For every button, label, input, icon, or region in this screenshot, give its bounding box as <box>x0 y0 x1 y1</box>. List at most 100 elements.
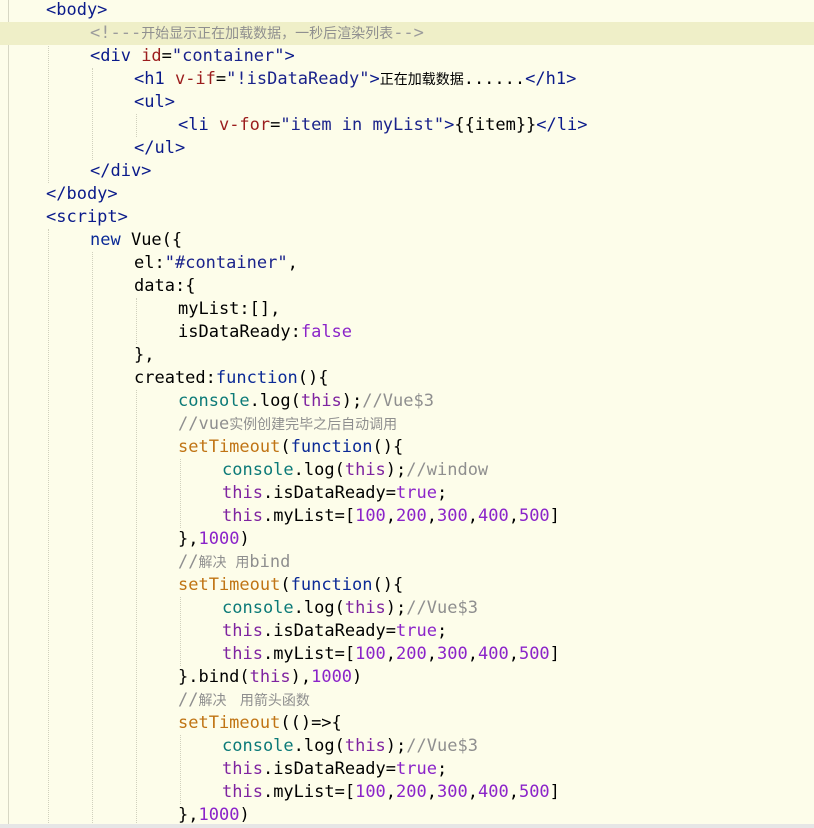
code-token: }, <box>178 529 199 549</box>
code-token: <body> <box>46 0 108 20</box>
code-token: "item in myList" <box>280 115 445 135</box>
code-line[interactable]: <body> <box>0 0 814 22</box>
code-line[interactable]: setTimeout(()=>{ <box>0 712 814 735</box>
code-line[interactable]: <ul> <box>0 91 814 114</box>
code-line-text: console.log(this);//Vue$3 <box>178 390 434 413</box>
code-token: 300 <box>437 644 468 664</box>
code-line[interactable]: </ul> <box>0 137 814 160</box>
code-token: 100 <box>355 644 386 664</box>
code-token: false <box>300 322 353 342</box>
code-token: bind <box>249 552 291 572</box>
code-token: 500 <box>518 782 550 802</box>
code-line[interactable]: </div> <box>0 160 814 183</box>
code-line[interactable]: setTimeout(function(){ <box>0 436 814 459</box>
code-token: ] <box>549 782 560 802</box>
code-token: console <box>222 598 294 618</box>
code-line[interactable]: }, <box>0 344 814 367</box>
code-token: = <box>161 46 172 66</box>
code-line[interactable]: </body> <box>0 183 814 206</box>
code-line[interactable]: this.isDataReady=true; <box>0 482 814 505</box>
code-token: id <box>141 46 162 66</box>
code-line[interactable]: <li v-for="item in myList">{{item}}</li> <box>0 114 814 137</box>
code-editor[interactable]: <body> <!---开始显示正在加载数据，一秒后渲染列表--> <div id=… <box>0 0 814 828</box>
code-line[interactable]: },1000) <box>0 528 814 551</box>
code-line[interactable]: //解决 用箭头函数 <box>0 689 814 712</box>
code-token: .isDataReady= <box>262 621 397 641</box>
code-line[interactable]: //vue实例创建完毕之后自动调用 <box>0 413 814 436</box>
code-line[interactable]: this.isDataReady=true; <box>0 620 814 643</box>
code-line[interactable]: this.isDataReady=true; <box>0 758 814 781</box>
code-line[interactable]: <script> <box>0 206 814 229</box>
code-line-text: data:{ <box>134 275 195 298</box>
code-token: setTimeout <box>178 437 281 457</box>
code-line[interactable]: this.myList=[100,200,300,400,500] <box>0 781 814 804</box>
code-token: .isDataReady= <box>262 759 397 779</box>
code-token: this <box>344 736 386 756</box>
code-token: function <box>215 368 298 388</box>
code-token: myList <box>178 299 240 319</box>
code-token: > <box>284 46 295 66</box>
code-line[interactable]: created:function(){ <box>0 367 814 390</box>
code-token: }, <box>134 345 155 365</box>
code-token: , <box>508 506 519 526</box>
code-line[interactable]: <!---开始显示正在加载数据，一秒后渲染列表--> <box>0 22 814 45</box>
code-line[interactable]: console.log(this);//Vue$3 <box>0 597 814 620</box>
code-line[interactable]: this.myList=[100,200,300,400,500] <box>0 505 814 528</box>
code-line[interactable]: setTimeout(function(){ <box>0 574 814 597</box>
code-token: 开始显示正在加载数据，一秒后渲染列表 <box>141 26 394 42</box>
code-line-text: isDataReady:false <box>178 321 352 344</box>
code-token: this <box>344 598 386 618</box>
code-token: }.bind( <box>178 667 250 687</box>
code-token: : <box>290 322 301 342</box>
code-token: created <box>134 368 206 388</box>
code-token: (){ <box>372 437 404 457</box>
code-line[interactable]: data:{ <box>0 275 814 298</box>
code-line-text: setTimeout(function(){ <box>178 436 403 459</box>
code-line-text: }.bind(this),1000) <box>178 666 362 689</box>
code-token: </ul> <box>134 138 186 158</box>
code-line-text: }, <box>134 344 154 367</box>
code-line[interactable]: console.log(this);//window <box>0 459 814 482</box>
code-token: </h1> <box>525 69 577 89</box>
code-token: 400 <box>477 782 509 802</box>
code-line[interactable]: new Vue({ <box>0 229 814 252</box>
code-line[interactable]: el:"#container", <box>0 252 814 275</box>
code-line[interactable]: isDataReady:false <box>0 321 814 344</box>
code-line[interactable]: console.log(this);//Vue$3 <box>0 390 814 413</box>
code-token: {{item}} <box>454 115 537 135</box>
code-token: this <box>344 460 386 480</box>
code-token: .log( <box>249 391 301 411</box>
code-line-text: setTimeout(function(){ <box>178 574 403 597</box>
code-token: .log( <box>293 460 345 480</box>
code-line[interactable]: <h1 v-if="!isDataReady">正在加载数据......</h1… <box>0 68 814 91</box>
code-token: this <box>249 667 291 687</box>
code-line[interactable]: }.bind(this),1000) <box>0 666 814 689</box>
code-token: ); <box>385 736 407 756</box>
code-token: <script> <box>46 207 128 227</box>
code-line-text: //解决 用箭头函数 <box>178 689 310 713</box>
code-line-text: <div id="container"> <box>90 45 295 68</box>
code-token: , <box>385 782 397 802</box>
code-token: data <box>134 276 175 296</box>
code-token: function <box>290 437 373 457</box>
code-token: </li> <box>536 115 588 135</box>
code-line[interactable]: //解决 用bind <box>0 551 814 574</box>
code-line[interactable]: <div id="container"> <box>0 45 814 68</box>
code-token: ( <box>280 437 291 457</box>
code-token: 200 <box>396 782 427 802</box>
code-token: ] <box>549 506 560 526</box>
code-token: , <box>385 506 397 526</box>
code-line[interactable]: this.myList=[100,200,300,400,500] <box>0 643 814 666</box>
horizontal-scrollbar[interactable] <box>0 824 814 828</box>
code-token: : <box>205 368 216 388</box>
code-token: Vue({ <box>130 230 183 250</box>
code-token: "!isDataReady" <box>226 69 370 89</box>
code-token: 400 <box>477 506 509 526</box>
code-token: (){ <box>372 575 404 595</box>
code-line[interactable]: console.log(this);//Vue$3 <box>0 735 814 758</box>
code-token: .myList=[ <box>262 506 356 526</box>
code-line[interactable]: myList:[], <box>0 298 814 321</box>
code-token: "container" <box>171 46 285 66</box>
code-token: > <box>369 69 380 89</box>
code-token: (()=>{ <box>280 713 342 733</box>
